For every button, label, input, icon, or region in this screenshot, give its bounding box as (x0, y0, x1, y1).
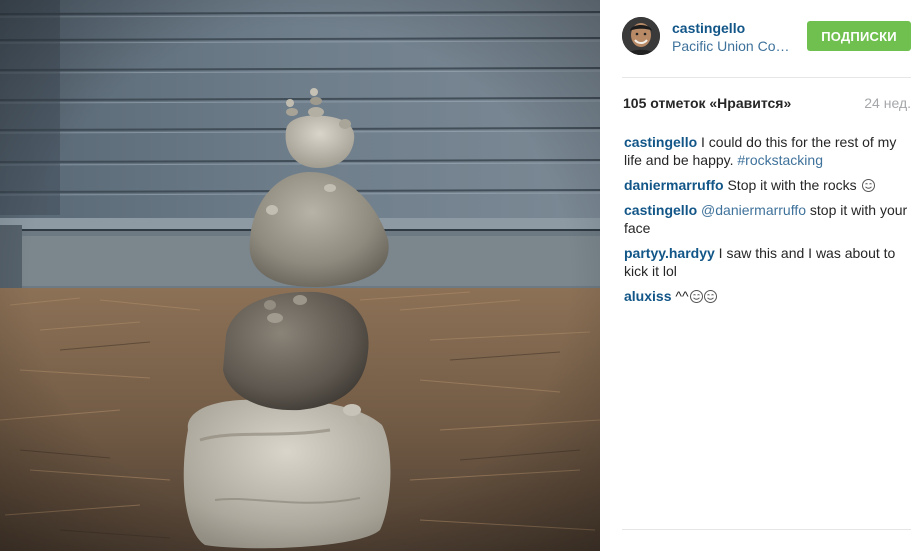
comment-username[interactable]: castingello (624, 202, 697, 218)
mention-link[interactable]: @daniermarruffo (701, 202, 806, 218)
comment-item: castingello I could do this for the rest… (624, 133, 912, 169)
comment-text: Stop it with the rocks (723, 177, 861, 193)
comment-item: aluxiss ^^ (624, 287, 912, 305)
rock-cairn-photo (0, 0, 600, 551)
instagram-post: castingello Pacific Union College ПОДПИС… (0, 0, 921, 551)
author-username-link[interactable]: castingello (672, 20, 745, 36)
comment-username[interactable]: daniermarruffo (624, 177, 724, 193)
smiling-face-icon (861, 179, 875, 192)
post-date[interactable]: 24 нед. (864, 95, 911, 111)
user-avatar-icon (622, 17, 660, 55)
comments-list: castingello I could do this for the rest… (624, 133, 912, 312)
follow-button[interactable]: ПОДПИСКИ (807, 21, 911, 51)
comment-username[interactable]: aluxiss (624, 288, 671, 304)
header-divider (622, 77, 911, 78)
comment-item: partyy.hardyy I saw this and I was about… (624, 244, 912, 280)
comment-input[interactable] (622, 528, 912, 551)
post-side-panel: castingello Pacific Union College ПОДПИС… (600, 0, 921, 551)
comment-item: daniermarruffo Stop it with the rocks (624, 176, 912, 194)
hashtag-link[interactable]: #rockstacking (737, 152, 823, 168)
post-header: castingello Pacific Union College ПОДПИС… (622, 16, 912, 60)
avatar[interactable] (622, 17, 660, 55)
likes-count[interactable]: 105 отметок «Нравится» (623, 95, 791, 111)
comment-username[interactable]: partyy.hardyy (624, 245, 715, 261)
comment-text: ^^ (671, 288, 689, 304)
smiling-face-icon (689, 290, 703, 303)
smiling-face-icon (703, 290, 717, 303)
comment-username[interactable]: castingello (624, 134, 697, 150)
comment-item: castingello @daniermarruffo stop it with… (624, 201, 912, 237)
post-photo[interactable] (0, 0, 600, 551)
location-link[interactable]: Pacific Union College (672, 38, 790, 54)
